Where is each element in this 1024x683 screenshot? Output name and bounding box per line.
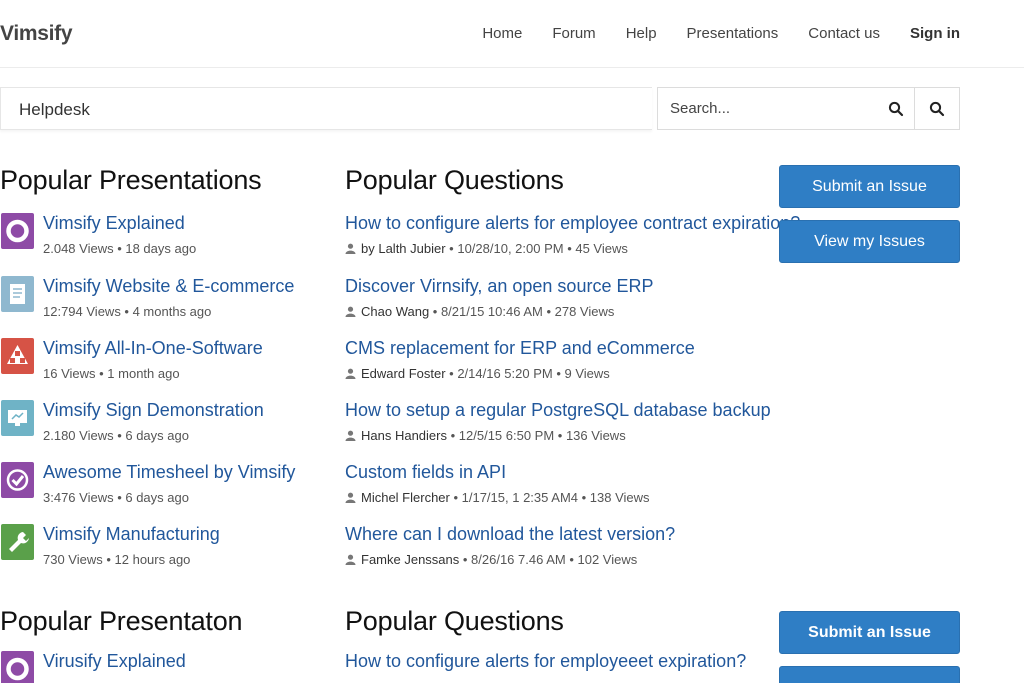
circle-icon xyxy=(1,651,34,683)
question-title[interactable]: How to configure alerts for employeeet e… xyxy=(345,651,746,672)
brand-logo[interactable]: Vimsify xyxy=(0,22,73,46)
question-title[interactable]: How to configure alerts for employee con… xyxy=(345,213,800,234)
question-meta: Edward Foster • 2/14/16 5:20 PM • 9 View… xyxy=(345,366,610,381)
presentation-title[interactable]: Virusify Explained xyxy=(43,651,186,672)
user-icon xyxy=(345,306,356,317)
presentation-title[interactable]: Vimsify Manufacturing xyxy=(43,524,220,545)
nav-forum[interactable]: Forum xyxy=(552,25,595,42)
question-author[interactable]: Edward Foster xyxy=(361,366,446,381)
question-item[interactable]: How to configure alerts for employeeet e… xyxy=(345,651,775,683)
presentation-title[interactable]: Vimsify Sign Demonstration xyxy=(43,400,264,421)
helpdesk-breadcrumb: Helpdesk xyxy=(0,87,652,130)
question-title[interactable]: Custom fields in API xyxy=(345,462,506,483)
search-box xyxy=(657,87,915,130)
presentation-item[interactable]: Vimsify All-In-One-Software 16 Views • 1… xyxy=(0,338,330,398)
question-title[interactable]: Where can I download the latest version? xyxy=(345,524,675,545)
question-author[interactable]: by Lalth Jubier xyxy=(361,241,446,256)
document-icon xyxy=(1,276,34,312)
question-title[interactable]: How to setup a regular PostgreSQL databa… xyxy=(345,400,771,421)
user-icon xyxy=(345,430,356,441)
popular-presentations-title: Popular Presentaton xyxy=(0,606,243,636)
question-meta: Michel Flercher • 1/17/15, 1 2:35 AM4 • … xyxy=(345,490,650,505)
question-item[interactable]: How to configure alerts for employee con… xyxy=(345,213,800,273)
top-navbar: Vimsify Home Forum Help Presentations Co… xyxy=(0,0,1024,68)
popular-questions-title: Popular Questions xyxy=(345,606,564,636)
presentation-meta: 3:476 Views • 6 days ago xyxy=(43,490,189,505)
question-author[interactable]: Chao Wang xyxy=(361,304,429,319)
question-details: • 8/26/16 7.46 AM • 102 Views xyxy=(459,552,638,567)
popular-presentations-title: Popular Presentations xyxy=(0,165,262,195)
question-item[interactable]: How to setup a regular PostgreSQL databa… xyxy=(345,400,775,460)
question-item[interactable]: Discover Virnsify, an open source ERP Ch… xyxy=(345,276,775,336)
presentation-meta: 2.180 Views • 6 days ago xyxy=(43,428,189,443)
question-author[interactable]: Famke Jenssans xyxy=(361,552,459,567)
triangle-icon xyxy=(1,338,34,374)
search-input[interactable] xyxy=(658,88,878,129)
presentation-item[interactable]: Awesome Timesheel by Vimsify 3:476 Views… xyxy=(0,462,330,522)
search-icon xyxy=(929,101,945,117)
nav-presentations[interactable]: Presentations xyxy=(687,25,779,42)
helpdesk-label: Helpdesk xyxy=(19,100,90,119)
presentation-title[interactable]: Vimsify Explained xyxy=(43,213,185,234)
presentation-item[interactable]: Virusify Explained xyxy=(0,651,330,683)
submit-issue-button[interactable]: Submit an Issue xyxy=(779,611,960,654)
question-details: • 8/21/15 10:46 AM • 278 Views xyxy=(429,304,615,319)
presentation-title[interactable]: Awesome Timesheel by Vimsify xyxy=(43,462,295,483)
question-item[interactable]: CMS replacement for ERP and eCommerce Ed… xyxy=(345,338,775,398)
nav-help[interactable]: Help xyxy=(626,25,657,42)
question-title[interactable]: CMS replacement for ERP and eCommerce xyxy=(345,338,695,359)
user-icon xyxy=(345,243,356,254)
sign-in-link[interactable]: Sign in xyxy=(910,25,960,42)
presentation-title[interactable]: Vimsify All-In-One-Software xyxy=(43,338,263,359)
nav-menu: Home Forum Help Presentations Contact us… xyxy=(482,25,960,42)
presentation-meta: 2.048 Views • 18 days ago xyxy=(43,241,197,256)
question-item[interactable]: Where can I download the latest version?… xyxy=(345,524,775,584)
presentation-item[interactable]: Vimsify Website & E-commerce 12:794 View… xyxy=(0,276,330,336)
nav-home[interactable]: Home xyxy=(482,25,522,42)
presentation-title[interactable]: Vimsify Website & E-commerce xyxy=(43,276,294,297)
presentation-meta: 12:794 Views • 4 months ago xyxy=(43,304,212,319)
question-title[interactable]: Discover Virnsify, an open source ERP xyxy=(345,276,653,297)
user-icon xyxy=(345,368,356,379)
presentation-item[interactable]: Vimsify Sign Demonstration 2.180 Views •… xyxy=(0,400,330,460)
presentation-item[interactable]: Vimsify Manufacturing 730 Views • 12 hou… xyxy=(0,524,330,584)
view-issues-button[interactable] xyxy=(779,666,960,683)
wrench-icon xyxy=(1,524,34,560)
check-icon xyxy=(1,462,34,498)
question-details: • 12/5/15 6:50 PM • 136 Views xyxy=(447,428,626,443)
question-details: • 1/17/15, 1 2:35 AM4 • 138 Views xyxy=(449,490,650,505)
search-icon[interactable] xyxy=(888,101,904,117)
question-details: • 2/14/16 5:20 PM • 9 Views xyxy=(445,366,610,381)
question-author[interactable]: Hans Handiers xyxy=(361,428,447,443)
search-button[interactable] xyxy=(914,87,960,130)
question-author[interactable]: Michel Flercher xyxy=(361,490,450,505)
question-meta: Chao Wang • 8/21/15 10:46 AM • 278 Views xyxy=(345,304,614,319)
monitor-icon xyxy=(1,400,34,436)
presentation-meta: 730 Views • 12 hours ago xyxy=(43,552,191,567)
circle-icon xyxy=(1,213,34,249)
user-icon xyxy=(345,492,356,503)
question-details: • 10/28/10, 2:00 PM • 45 Views xyxy=(445,241,628,256)
presentation-meta: 16 Views • 1 month ago xyxy=(43,366,180,381)
nav-contact[interactable]: Contact us xyxy=(808,25,880,42)
question-item[interactable]: Custom fields in API Michel Flercher • 1… xyxy=(345,462,775,522)
view-issues-button[interactable]: View my Issues xyxy=(779,220,960,263)
popular-questions-title: Popular Questions xyxy=(345,165,564,195)
presentation-item[interactable]: Vimsify Explained 2.048 Views • 18 days … xyxy=(0,213,330,273)
question-meta: Famke Jenssans • 8/26/16 7.46 AM • 102 V… xyxy=(345,552,637,567)
submit-issue-button[interactable]: Submit an Issue xyxy=(779,165,960,208)
question-meta: by Lalth Jubier • 10/28/10, 2:00 PM • 45… xyxy=(345,241,628,256)
user-icon xyxy=(345,554,356,565)
question-meta: Hans Handiers • 12/5/15 6:50 PM • 136 Vi… xyxy=(345,428,626,443)
